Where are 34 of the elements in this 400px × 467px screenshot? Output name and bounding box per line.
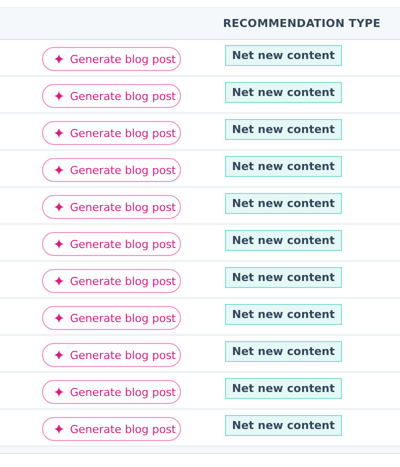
generate-button[interactable]: Generate blog post	[42, 232, 181, 256]
type-tag: Net new content	[225, 156, 342, 177]
generate-button[interactable]: Generate blog post	[42, 417, 181, 441]
generate-button[interactable]: Generate blog post	[42, 47, 181, 71]
sparkle-icon	[54, 128, 64, 138]
sparkle-icon	[54, 350, 64, 360]
generate-button[interactable]: Generate blog post	[42, 269, 181, 293]
type-tag: Net new content	[225, 45, 342, 66]
type-tag: Net new content	[225, 378, 342, 399]
sparkle-icon	[54, 54, 64, 64]
sparkle-icon	[54, 165, 64, 175]
column-header: RECOMMENDATION TYPE	[223, 17, 381, 30]
generate-button[interactable]: Generate blog post	[42, 306, 181, 330]
type-tag: Net new content	[225, 341, 342, 362]
generate-button[interactable]: Generate blog post	[42, 158, 181, 182]
sparkle-icon	[54, 313, 64, 323]
sparkle-icon	[54, 239, 64, 249]
type-tag: Net new content	[225, 193, 342, 214]
generate-button[interactable]: Generate blog post	[42, 121, 181, 145]
sparkle-icon	[54, 91, 64, 101]
generate-button[interactable]: Generate blog post	[42, 195, 181, 219]
generate-button[interactable]: Generate blog post	[42, 343, 181, 367]
sparkle-icon	[54, 202, 64, 212]
type-tag: Net new content	[225, 82, 342, 103]
type-tag: Net new content	[225, 230, 342, 251]
generate-button[interactable]: Generate blog post	[42, 380, 181, 404]
type-tag: Net new content	[225, 119, 342, 140]
sparkle-icon	[54, 276, 64, 286]
type-tag: Net new content	[225, 304, 342, 325]
generate-button[interactable]: Generate blog post	[42, 84, 181, 108]
sparkle-icon	[54, 387, 64, 397]
type-tag: Net new content	[225, 267, 342, 288]
type-tag: Net new content	[225, 415, 342, 436]
sparkle-icon	[54, 424, 64, 434]
